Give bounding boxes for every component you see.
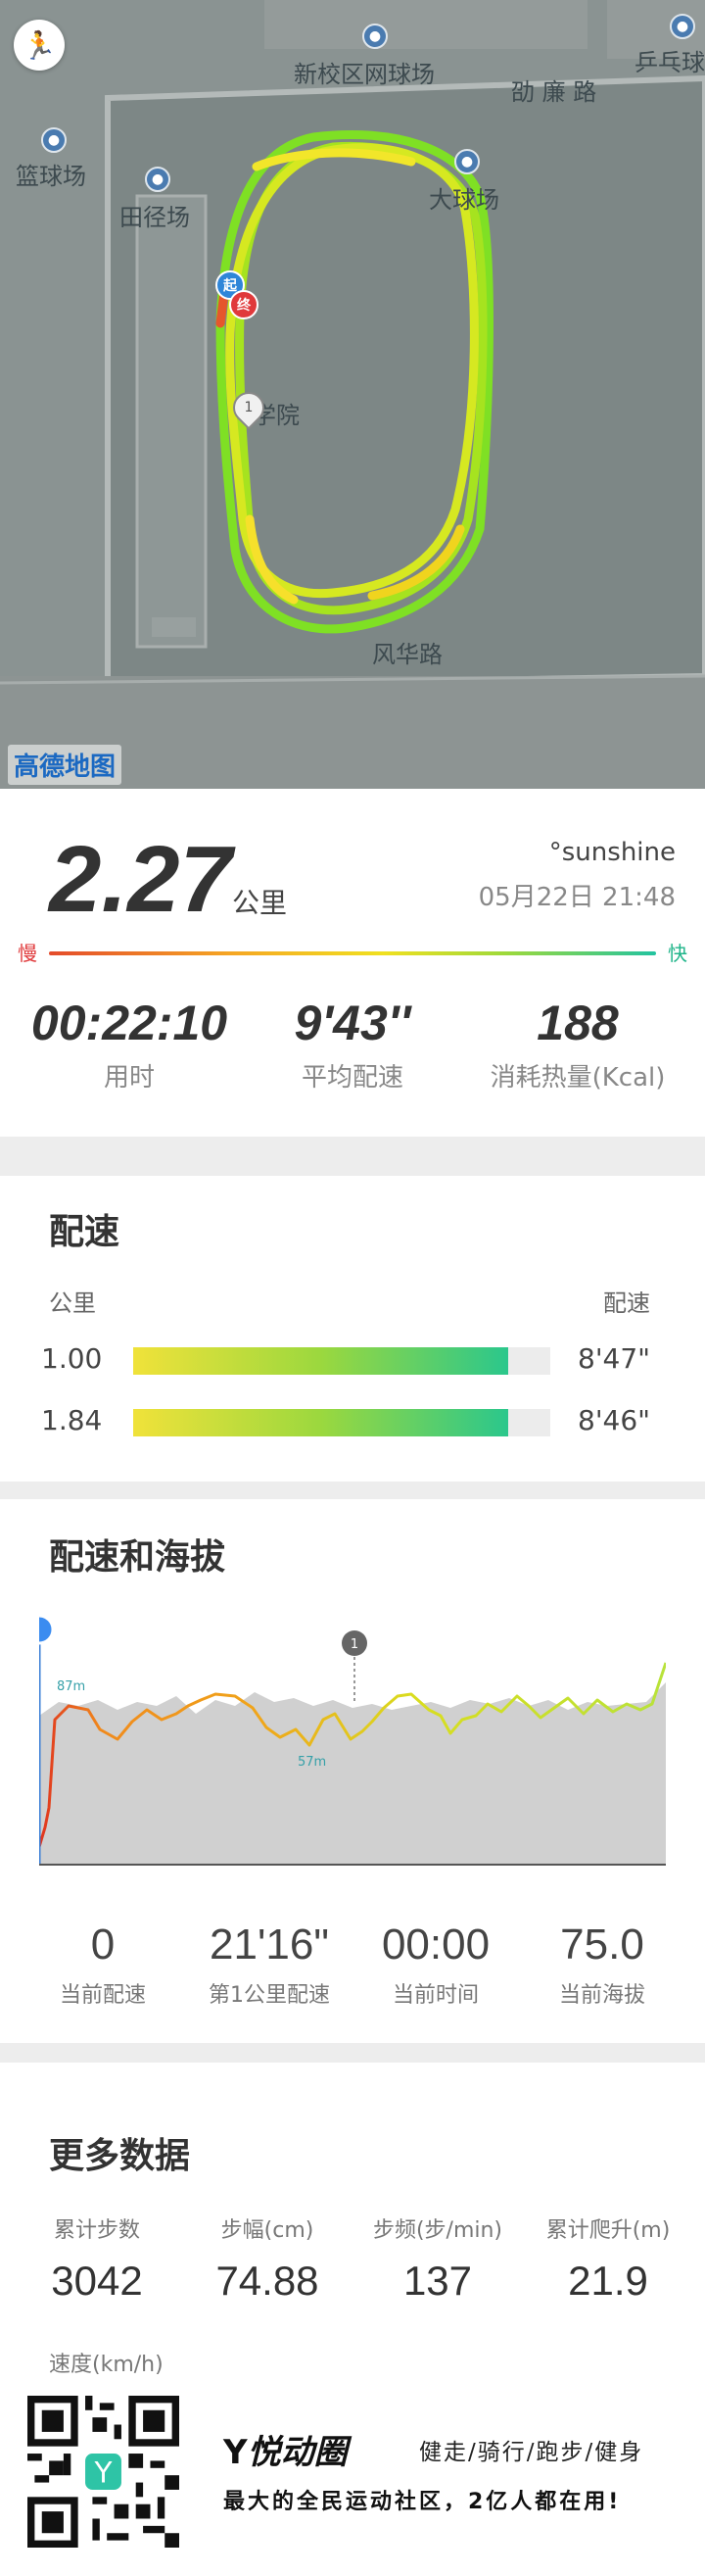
- speed-legend: 慢 快: [18, 938, 687, 967]
- pingpong-icon: ●: [670, 14, 695, 39]
- map-attribution-logo: 高德地图: [8, 745, 122, 785]
- pace-title: 配速: [49, 1212, 120, 1252]
- pace-altitude-section: 配速和海拔 1 87m 57m 0 当前配速 21'16" 第1公里配速 00:…: [0, 1499, 705, 2043]
- qr-code[interactable]: Y: [27, 2396, 179, 2548]
- speed-gradient-bar: [49, 951, 656, 955]
- map-label-road: 劭 廉 路: [511, 78, 597, 106]
- stadium-icon: ●: [454, 149, 480, 174]
- stat-calories-label: 消耗热量(Kcal): [490, 1063, 666, 1093]
- pace-row: 1.00 8'47": [0, 1342, 705, 1382]
- km-marker-text: 1: [351, 1637, 358, 1652]
- stat-avg-pace-value: 9'43'': [294, 996, 411, 1050]
- alt-stat-value: 75.0: [560, 1920, 644, 1968]
- altitude-min-label: 57m: [298, 1755, 326, 1770]
- speed-slow-label: 慢: [18, 942, 37, 965]
- alt-stat-label: 当前时间: [392, 1983, 479, 2008]
- alt-stat-first-km-pace: 21'16" 第1公里配速: [186, 1920, 352, 2009]
- brand-slogan: 最大的全民运动社区，2亿人都在用!: [223, 2490, 622, 2514]
- svg-text:Y: Y: [93, 2456, 113, 2490]
- stat-avg-pace: 9'43'' 平均配速: [235, 995, 470, 1094]
- pace-altitude-chart[interactable]: 1 87m 57m: [39, 1612, 666, 1896]
- stat-duration-label: 用时: [103, 1063, 155, 1093]
- pace-row-value: 8'47": [578, 1342, 651, 1375]
- km-marker-label: 1: [244, 400, 254, 415]
- share-footer: Y Y悦动圈 健走/骑行/跑步/健身 最大的全民运动社区，2亿人都在用!: [0, 2386, 705, 2576]
- pace-section: 配速 公里 配速 1.00 8'47" 1.84 8'46": [0, 1176, 705, 1482]
- altitude-max-label: 87m: [57, 1679, 85, 1694]
- altitude-area: [39, 1682, 666, 1865]
- map-label-pingpong: 乒乓球: [634, 49, 705, 76]
- username[interactable]: °sunshine: [549, 838, 676, 867]
- alt-stat-label: 第1公里配速: [209, 1983, 330, 2008]
- brand-logo: Y悦动圈: [223, 2433, 348, 2472]
- section-divider: [0, 1482, 705, 1499]
- more-item-value: 3042: [51, 2258, 143, 2304]
- more-item-stride: 步幅(cm) 74.88: [184, 2212, 351, 2305]
- map-label-tennis: 新校区网球场: [294, 61, 435, 88]
- pace-altitude-title: 配速和海拔: [49, 1537, 226, 1578]
- distance-unit: 公里: [232, 887, 288, 919]
- more-item-climb: 累计爬升(m) 21.9: [525, 2212, 691, 2305]
- alt-stat-current-altitude: 75.0 当前海拔: [519, 1920, 685, 2009]
- pace-bar-fill: [133, 1409, 509, 1436]
- map-label-basketball: 篮球场: [16, 163, 86, 190]
- stat-duration-value: 00:22:10: [30, 996, 228, 1050]
- brand-name: 悦动圈: [247, 2433, 348, 2472]
- tennis-court-icon: ●: [362, 24, 388, 49]
- pace-col-pace: 配速: [603, 1289, 650, 1317]
- distance-value: 2.27: [49, 827, 232, 932]
- pace-row-km: 1.00: [41, 1342, 103, 1375]
- running-mode-icon[interactable]: 🏃: [14, 20, 65, 71]
- pace-bar-fill: [133, 1347, 509, 1375]
- alt-stat-value: 21'16": [210, 1920, 329, 1968]
- stat-duration: 00:22:10 用时: [12, 995, 247, 1094]
- map-canvas: [0, 0, 705, 789]
- track-field-icon: ●: [145, 167, 170, 192]
- more-item-label: 步频(步/min): [372, 2218, 503, 2243]
- stat-calories: 188 消耗热量(Kcal): [460, 995, 695, 1094]
- chart-scrub-handle[interactable]: [39, 1614, 55, 1645]
- alt-stat-value: 0: [90, 1920, 116, 1968]
- pace-row-value: 8'46": [578, 1404, 651, 1436]
- more-item-value: 74.88: [215, 2258, 319, 2304]
- speed-kmh-label: 速度(km/h): [49, 2353, 164, 2377]
- route-map[interactable]: 🏃 ● 新校区网球场 劭 廉 路 ● 乒乓球 ● 篮球场 ● 田径场 学院 风华…: [0, 0, 705, 789]
- more-item-cadence: 步频(步/min) 137: [354, 2212, 521, 2305]
- more-item-label: 累计爬升(m): [545, 2218, 671, 2243]
- alt-stat-current-pace: 0 当前配速: [20, 1920, 186, 2009]
- map-label-stadium: 大球场: [429, 186, 499, 214]
- more-item-steps: 累计步数 3042: [14, 2212, 180, 2305]
- brand-tagline: 健走/骑行/跑步/健身: [419, 2440, 644, 2465]
- alt-stat-current-time: 00:00 当前时间: [352, 1920, 519, 2009]
- section-divider: [0, 1137, 705, 1176]
- more-item-value: 137: [402, 2258, 473, 2304]
- pace-row: 1.84 8'46": [0, 1404, 705, 1443]
- run-summary: 2.27 公里 °sunshine 05月22日 21:48 慢 快 00:22…: [0, 789, 705, 1137]
- stat-avg-pace-label: 平均配速: [301, 1063, 403, 1093]
- map-label-fenghua-road: 风华路: [372, 641, 443, 668]
- alt-stat-label: 当前海拔: [558, 1983, 645, 2008]
- end-marker[interactable]: 终: [229, 290, 258, 319]
- alt-stat-value: 00:00: [381, 1920, 491, 1968]
- run-datetime: 05月22日 21:48: [478, 883, 676, 912]
- speed-fast-label: 快: [668, 942, 687, 965]
- pace-bar-track: [133, 1347, 550, 1375]
- alt-stat-label: 当前配速: [59, 1983, 146, 2008]
- more-item-value: 21.9: [568, 2258, 648, 2304]
- section-divider: [0, 2043, 705, 2063]
- more-item-label: 步幅(cm): [220, 2218, 314, 2243]
- pace-col-km: 公里: [49, 1289, 96, 1317]
- basketball-icon: ●: [41, 127, 67, 153]
- pace-row-km: 1.84: [41, 1404, 103, 1436]
- pace-bar-track: [133, 1409, 550, 1436]
- map-label-track: 田径场: [119, 204, 190, 231]
- more-data-title: 更多数据: [49, 2136, 191, 2176]
- stat-calories-value: 188: [537, 996, 619, 1050]
- more-item-label: 累计步数: [53, 2218, 140, 2243]
